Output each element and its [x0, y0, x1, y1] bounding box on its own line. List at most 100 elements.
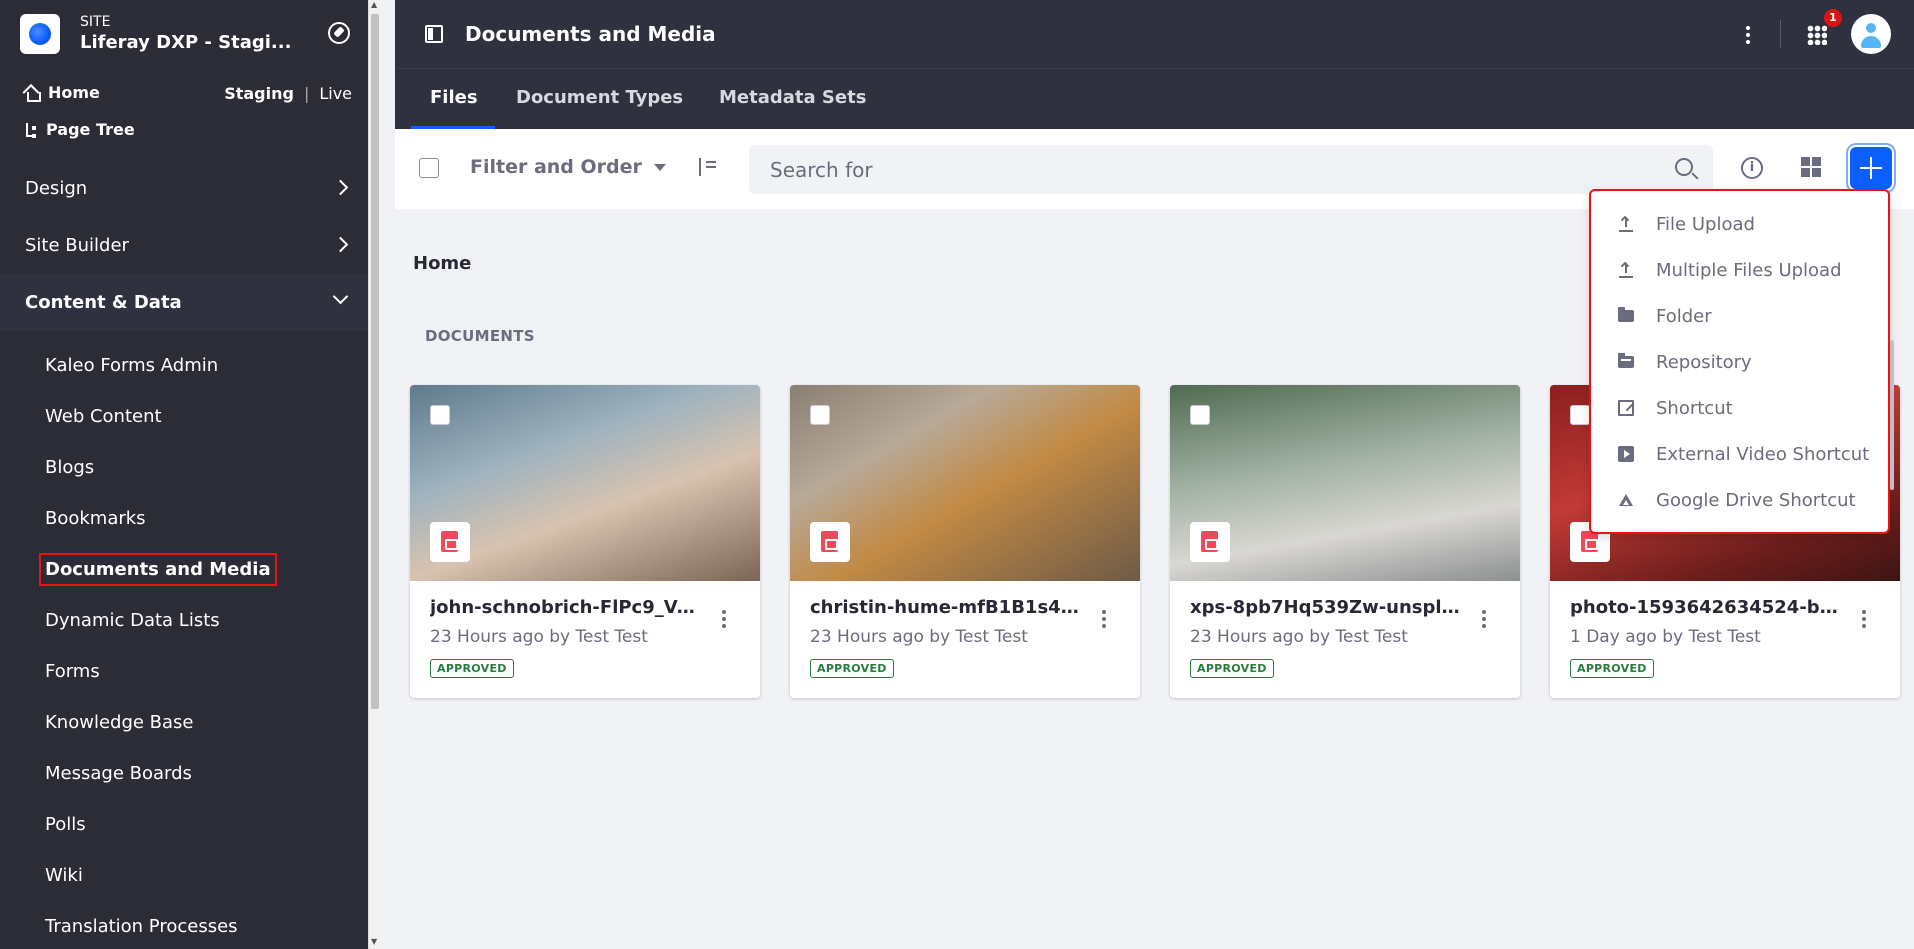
content-scrollbar[interactable]	[1890, 340, 1894, 490]
card-title[interactable]: photo-1593642634524-b...	[1570, 597, 1840, 618]
card-meta: 23 Hours ago by Test Test	[1190, 627, 1408, 647]
options-kebab-icon[interactable]	[1746, 33, 1750, 37]
menu-item-label: Multiple Files Upload	[1656, 260, 1842, 281]
live-link[interactable]: Live	[319, 84, 352, 103]
breadcrumb[interactable]: Home	[413, 253, 471, 274]
filter-label: Filter and Order	[470, 156, 642, 178]
chevron-right-icon	[332, 236, 349, 253]
status-badge: APPROVED	[430, 659, 514, 678]
chevron-down-icon	[332, 288, 349, 305]
staging-live-toggle: Staging | Live	[224, 84, 352, 103]
search-icon[interactable]	[1675, 158, 1693, 176]
apps-grid-icon[interactable]	[1807, 25, 1827, 45]
sidebar-item-web-content[interactable]: Web Content	[45, 406, 162, 427]
menu-item-label: External Video Shortcut	[1656, 444, 1870, 465]
staging-separator: |	[303, 84, 310, 103]
sidebar-page-tree-link[interactable]: Page Tree	[24, 120, 135, 139]
sidebar-item-message-boards[interactable]: Message Boards	[45, 763, 192, 784]
site-kicker: SITE	[80, 14, 111, 30]
site-logo[interactable]	[20, 14, 60, 54]
menu-item-multiple-files-upload[interactable]: Multiple Files Upload	[1591, 247, 1888, 293]
shortcut-icon	[1618, 400, 1634, 416]
menu-item-label: Google Drive Shortcut	[1656, 490, 1856, 511]
sidebar-home-link[interactable]: Home	[24, 83, 100, 102]
view-cards-icon[interactable]	[1801, 157, 1821, 177]
sidebar-item-dynamic-data-lists[interactable]: Dynamic Data Lists	[45, 610, 220, 631]
navigation-tabs: Files Document Types Metadata Sets	[395, 68, 1914, 130]
menu-item-google-drive-shortcut[interactable]: Google Drive Shortcut	[1591, 477, 1888, 523]
sidebar-item-documents-and-media[interactable]: Documents and Media	[39, 553, 277, 586]
card-checkbox[interactable]	[810, 405, 830, 425]
menu-item-label: Folder	[1656, 306, 1712, 327]
notification-badge[interactable]: 1	[1824, 9, 1842, 27]
section-label: Site Builder	[25, 235, 129, 256]
staging-link[interactable]: Staging	[224, 84, 294, 103]
product-menu-sidebar: SITE Liferay DXP - Stagi... Home Staging…	[0, 0, 380, 949]
tab-files[interactable]: Files	[430, 87, 478, 108]
search-box	[749, 145, 1713, 194]
card-meta: 1 Day ago by Test Test	[1570, 627, 1761, 647]
video-icon	[1618, 446, 1634, 462]
menu-item-label: Shortcut	[1656, 398, 1733, 419]
filter-and-order-dropdown[interactable]: Filter and Order	[470, 156, 666, 178]
card-title[interactable]: christin-hume-mfB1B1s4...	[810, 597, 1080, 618]
tab-metadata-sets[interactable]: Metadata Sets	[719, 87, 866, 108]
sidebar-section-site-builder[interactable]: Site Builder	[0, 217, 368, 274]
scrollbar-thumb[interactable]	[371, 14, 379, 709]
sidebar-item-kaleo-forms-admin[interactable]: Kaleo Forms Admin	[45, 355, 218, 376]
sidebar-item-wiki[interactable]: Wiki	[45, 865, 83, 886]
select-all-checkbox[interactable]	[419, 158, 439, 178]
search-input[interactable]	[749, 145, 1713, 194]
image-file-icon	[1190, 522, 1230, 562]
card-actions-kebab-icon[interactable]	[1482, 617, 1486, 621]
menu-item-folder[interactable]: Folder	[1591, 293, 1888, 339]
document-card[interactable]: xps-8pb7Hq539Zw-unspl... 23 Hours ago by…	[1170, 385, 1520, 698]
sidebar-item-bookmarks[interactable]: Bookmarks	[45, 508, 146, 529]
document-card[interactable]: john-schnobrich-FlPc9_Vo... 23 Hours ago…	[410, 385, 760, 698]
section-label: Content & Data	[25, 292, 182, 313]
card-title[interactable]: xps-8pb7Hq539Zw-unspl...	[1190, 597, 1460, 618]
menu-item-external-video-shortcut[interactable]: External Video Shortcut	[1591, 431, 1888, 477]
site-header: SITE Liferay DXP - Stagi...	[20, 14, 360, 56]
image-file-icon	[430, 522, 470, 562]
sort-order-icon[interactable]	[695, 157, 717, 179]
card-checkbox[interactable]	[430, 405, 450, 425]
status-badge: APPROVED	[810, 659, 894, 678]
sidebar-item-knowledge-base[interactable]: Knowledge Base	[45, 712, 194, 733]
sidebar-item-blogs[interactable]: Blogs	[45, 457, 94, 478]
document-card[interactable]: christin-hume-mfB1B1s4... 23 Hours ago b…	[790, 385, 1140, 698]
card-checkbox[interactable]	[1190, 405, 1210, 425]
info-icon[interactable]: i	[1741, 157, 1763, 179]
compass-icon[interactable]	[328, 22, 350, 44]
add-button[interactable]	[1850, 147, 1892, 189]
card-actions-kebab-icon[interactable]	[722, 617, 726, 621]
menu-item-file-upload[interactable]: File Upload	[1591, 201, 1888, 247]
scroll-up-icon[interactable]: ▲	[371, 0, 377, 9]
control-menu: Documents and Media 1	[395, 0, 1914, 68]
sidebar-section-content-data[interactable]: Content & Data	[0, 274, 368, 331]
sidebar-toggle-icon[interactable]	[425, 25, 443, 43]
sidebar-scrollbar[interactable]: ▲ ▼	[368, 0, 380, 949]
card-actions-kebab-icon[interactable]	[1862, 617, 1866, 621]
tab-document-types[interactable]: Document Types	[516, 87, 683, 108]
sidebar-item-translation-processes[interactable]: Translation Processes	[45, 916, 238, 937]
add-dropdown-menu: File Upload Multiple Files Upload Folder…	[1589, 189, 1890, 534]
home-icon	[24, 86, 41, 102]
page-title: Documents and Media	[465, 22, 716, 46]
sidebar-section-design[interactable]: Design	[0, 160, 368, 217]
card-actions-kebab-icon[interactable]	[1102, 617, 1106, 621]
sidebar-item-forms[interactable]: Forms	[45, 661, 100, 682]
upload-icon	[1618, 215, 1634, 232]
menu-item-label: Repository	[1656, 352, 1752, 373]
scroll-down-icon[interactable]: ▼	[371, 937, 377, 946]
menu-item-shortcut[interactable]: Shortcut	[1591, 385, 1888, 431]
card-title[interactable]: john-schnobrich-FlPc9_Vo...	[430, 597, 700, 618]
page-tree-icon	[24, 122, 38, 138]
chevron-right-icon	[332, 179, 349, 196]
card-checkbox[interactable]	[1570, 405, 1590, 425]
user-avatar[interactable]	[1851, 14, 1891, 54]
sidebar-item-polls[interactable]: Polls	[45, 814, 86, 835]
menu-item-repository[interactable]: Repository	[1591, 339, 1888, 385]
caret-down-icon	[653, 163, 666, 171]
site-name[interactable]: Liferay DXP - Stagi...	[80, 32, 291, 53]
